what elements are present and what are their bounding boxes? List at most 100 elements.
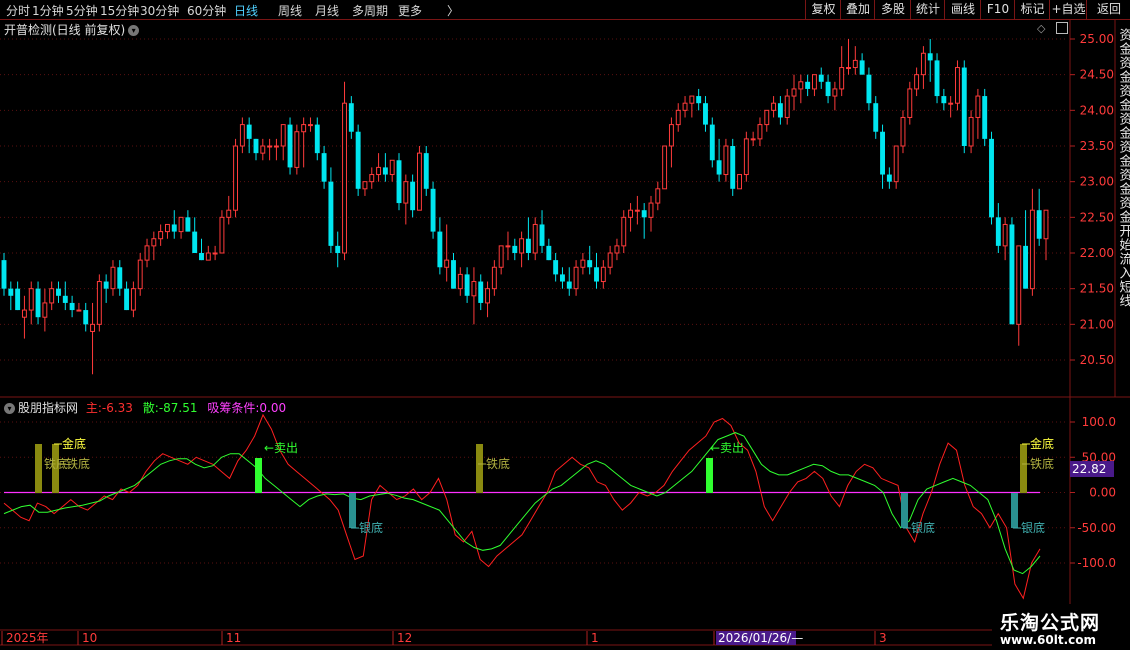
candle-body — [21, 309, 27, 318]
chart-canvas[interactable]: 25.00 24.50 24.00 23.50 23.00 22.50 22.00 21.50… — [0, 0, 1130, 650]
candle-body — [825, 81, 831, 97]
candle-body — [880, 131, 886, 175]
candle-body — [491, 266, 497, 290]
candle-body — [893, 145, 899, 183]
price-tick-label: 23.00 — [1080, 175, 1114, 189]
candle-body — [846, 67, 851, 70]
candle-body — [805, 81, 811, 89]
candle-body — [62, 295, 68, 303]
candle-body — [1016, 245, 1022, 325]
candle-body — [130, 288, 136, 311]
candle-body — [267, 145, 273, 148]
candle-body — [124, 288, 130, 311]
candle-body — [730, 146, 736, 189]
candle-body — [96, 281, 102, 325]
price-tick-label: 23.50 — [1080, 139, 1114, 153]
candle-body — [260, 145, 266, 154]
current-value: 22.82 — [1072, 462, 1106, 476]
signal-label-sell_arrow: ←卖出 — [710, 441, 744, 455]
candle-body — [219, 216, 225, 254]
candle-body — [771, 102, 777, 111]
candle-body — [423, 153, 429, 189]
candle-body — [56, 288, 61, 296]
candle-body — [246, 124, 252, 139]
candle-body — [689, 95, 695, 104]
candle-body — [437, 231, 443, 268]
candle-body — [410, 181, 416, 211]
candle-body — [369, 174, 375, 183]
candle-body — [955, 67, 960, 104]
price-tick-label: 22.50 — [1080, 210, 1114, 224]
iron-bottom-bar — [476, 444, 483, 493]
candle-body — [1009, 224, 1015, 325]
candle-body — [968, 116, 974, 147]
candle-body — [457, 273, 463, 290]
candle-body — [280, 124, 286, 147]
candle-body — [117, 267, 123, 289]
candle-body — [144, 245, 150, 261]
signal-label-iron: 铁底 — [66, 456, 90, 471]
candle-body — [519, 238, 525, 254]
candle-body — [328, 181, 334, 246]
candle-body — [430, 188, 436, 232]
silver-bottom-bar — [1011, 493, 1018, 528]
signal-label-gold: 金底 — [1030, 436, 1054, 451]
candle-body — [750, 138, 756, 141]
candle-body — [382, 167, 388, 175]
candle-body — [703, 103, 708, 125]
candle-body — [716, 160, 722, 175]
candle-body — [900, 116, 906, 147]
candle-body — [342, 102, 347, 254]
watermark-title: 乐淘公式网 — [1000, 612, 1101, 634]
candle-body — [573, 266, 579, 290]
candle-body — [314, 124, 320, 154]
sell-bar — [706, 458, 713, 493]
candle-body — [866, 74, 872, 104]
side-signal-text: 资金资金资金资金资金资金资金开始流入短线 — [1117, 28, 1130, 308]
candle-body — [321, 153, 327, 182]
candle-body — [975, 95, 981, 118]
candle-body — [308, 124, 313, 127]
candle-body — [1, 260, 7, 289]
candle-body — [907, 88, 913, 118]
candle-body — [362, 181, 368, 190]
candle-body — [920, 52, 926, 76]
candle-body — [648, 202, 654, 218]
signal-label-silver: 银底 — [359, 520, 383, 535]
candle-body — [178, 216, 184, 233]
time-label: 12 — [397, 631, 412, 645]
candle-body — [512, 245, 518, 253]
candle-body — [239, 124, 245, 147]
candle-body — [696, 96, 702, 104]
candle-body — [505, 245, 511, 248]
candle-body — [158, 231, 164, 240]
signal-label-iron: 铁底 — [486, 456, 510, 471]
candle-body — [199, 253, 204, 261]
candle-body — [8, 288, 14, 296]
candle-body — [634, 209, 640, 212]
candle-body — [587, 260, 593, 268]
candle-body — [69, 302, 75, 311]
candle-body — [49, 288, 55, 304]
candle-body — [151, 238, 157, 247]
candle-body — [226, 209, 232, 218]
candle-body — [743, 138, 749, 176]
candle-body — [709, 124, 715, 161]
sell-bar — [255, 458, 262, 493]
candle-body — [396, 160, 402, 204]
signal-label-silver: 银底 — [911, 520, 935, 535]
signal-label-gold: 金底 — [62, 436, 86, 451]
candle-body — [948, 102, 954, 105]
candle-body — [1023, 245, 1029, 289]
signal-label-silver: 银底 — [1021, 520, 1045, 535]
candle-body — [28, 288, 34, 311]
candle-body — [403, 181, 409, 204]
price-tick-label: 21.50 — [1080, 282, 1114, 296]
candle-body — [532, 223, 538, 254]
price-tick-label: 22.00 — [1080, 246, 1114, 260]
candle-body — [607, 252, 613, 268]
candle-body — [560, 274, 565, 282]
time-label: 10 — [82, 631, 97, 645]
candle-body — [485, 288, 490, 304]
candle-body — [525, 238, 531, 253]
